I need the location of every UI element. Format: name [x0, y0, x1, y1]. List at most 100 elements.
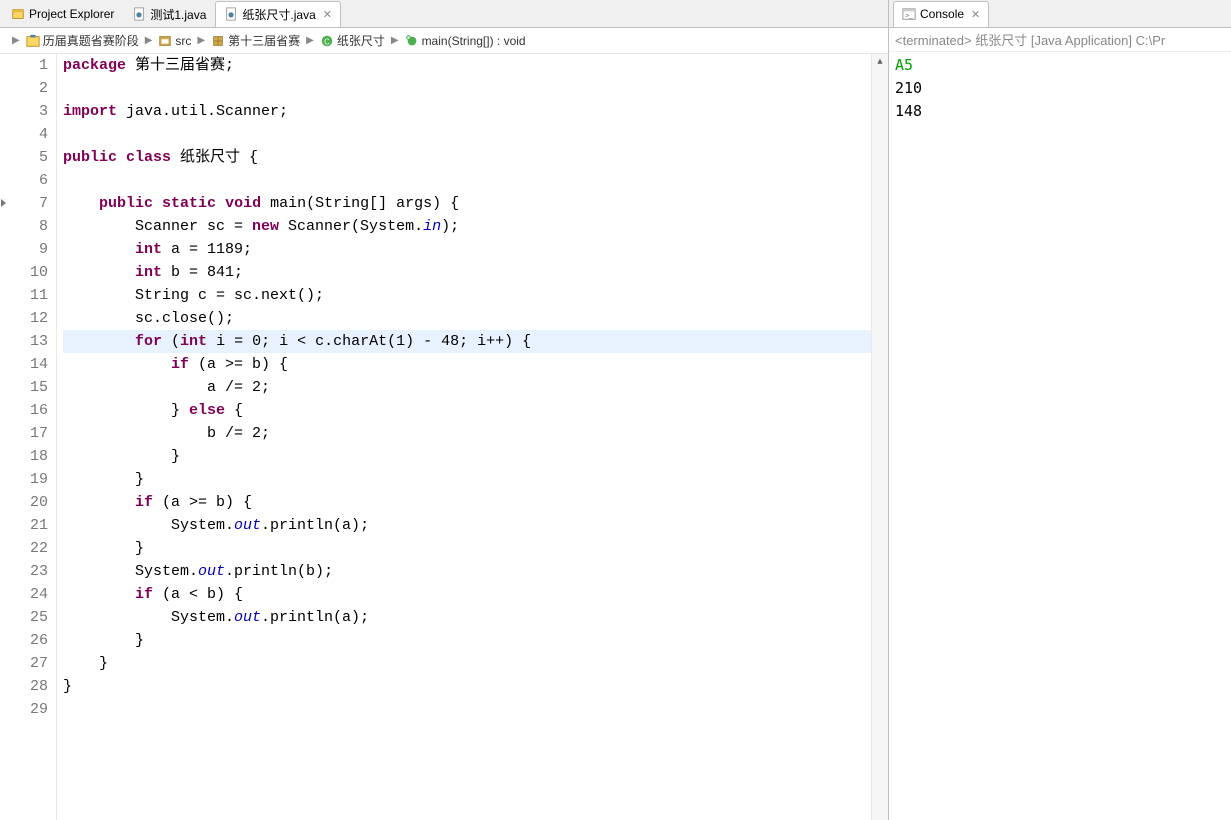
code-line[interactable]: Scanner sc = new Scanner(System.in); — [63, 215, 871, 238]
project-icon — [26, 34, 40, 48]
line-number: 11 — [11, 284, 48, 307]
line-number: 24 — [11, 583, 48, 606]
line-number: 20 — [11, 491, 48, 514]
console-line: A5 — [895, 54, 1225, 77]
console-icon: >_ — [902, 7, 916, 21]
console-line: 210 — [895, 77, 1225, 100]
console-line: 148 — [895, 100, 1225, 123]
code-line[interactable] — [63, 169, 871, 192]
code-line[interactable]: public static void main(String[] args) { — [63, 192, 871, 215]
code-line[interactable]: } — [63, 652, 871, 675]
breadcrumb-project[interactable]: 历届真题省赛阶段 — [26, 32, 139, 49]
vertical-scrollbar[interactable]: ▲ — [871, 54, 888, 820]
code-line[interactable]: import java.util.Scanner; — [63, 100, 871, 123]
line-number: 27 — [11, 652, 48, 675]
code-line[interactable]: } — [63, 675, 871, 698]
line-number: 26 — [11, 629, 48, 652]
code-content[interactable]: package 第十三届省赛; import java.util.Scanner… — [57, 54, 871, 820]
code-line[interactable]: } — [63, 445, 871, 468]
method-icon: S — [405, 34, 419, 48]
code-line[interactable] — [63, 123, 871, 146]
breadcrumb-label: 历届真题省赛阶段 — [43, 32, 139, 49]
src-folder-icon — [158, 34, 172, 48]
code-line[interactable]: int a = 1189; — [63, 238, 871, 261]
code-line[interactable]: if (a < b) { — [63, 583, 871, 606]
line-number: 28 — [11, 675, 48, 698]
code-line[interactable]: } else { — [63, 399, 871, 422]
package-icon — [211, 34, 225, 48]
breadcrumb-package[interactable]: 第十三届省赛 — [211, 32, 300, 49]
console-output[interactable]: A5210148 — [889, 52, 1231, 820]
code-line[interactable]: sc.close(); — [63, 307, 871, 330]
close-icon[interactable]: ✕ — [971, 8, 980, 21]
scroll-up-icon[interactable]: ▲ — [872, 54, 888, 71]
code-line[interactable]: } — [63, 537, 871, 560]
line-number: 21 — [11, 514, 48, 537]
code-line[interactable]: public class 纸张尺寸 { — [63, 146, 871, 169]
line-number: 15 — [11, 376, 48, 399]
breadcrumb-label: 第十三届省赛 — [228, 32, 300, 49]
line-number: 29 — [11, 698, 48, 721]
code-line[interactable]: String c = sc.next(); — [63, 284, 871, 307]
line-number: 7 — [11, 192, 48, 215]
breadcrumb-method[interactable]: S main(String[]) : void — [405, 34, 526, 48]
chevron-right-icon: ▶ — [10, 35, 22, 46]
line-number: 13 — [11, 330, 48, 353]
chevron-right-icon: ▶ — [143, 35, 155, 46]
java-file-icon — [132, 7, 146, 21]
line-number: 1 — [11, 54, 48, 77]
line-number: 4 — [11, 123, 48, 146]
code-line[interactable]: if (a >= b) { — [63, 491, 871, 514]
code-line[interactable]: b /= 2; — [63, 422, 871, 445]
breadcrumb-label: main(String[]) : void — [422, 34, 526, 48]
code-line[interactable]: for (int i = 0; i < c.charAt(1) - 48; i+… — [63, 330, 871, 353]
code-line[interactable]: if (a >= b) { — [63, 353, 871, 376]
tab-file2[interactable]: 纸张尺寸.java ✕ — [215, 1, 341, 27]
code-line[interactable]: System.out.println(a); — [63, 606, 871, 629]
java-file-icon — [224, 7, 238, 21]
breadcrumb-label: 纸张尺寸 — [337, 32, 385, 49]
code-line[interactable] — [63, 698, 871, 721]
code-line[interactable]: } — [63, 629, 871, 652]
line-number: 5 — [11, 146, 48, 169]
breadcrumb-src[interactable]: src — [158, 34, 191, 48]
line-number: 10 — [11, 261, 48, 284]
tab-project-explorer[interactable]: Project Explorer — [2, 1, 123, 27]
breadcrumb-class[interactable]: C 纸张尺寸 — [320, 32, 385, 49]
class-icon: C — [320, 34, 334, 48]
close-icon[interactable]: ✕ — [323, 8, 332, 21]
line-number: 14 — [11, 353, 48, 376]
tab-console[interactable]: >_ Console ✕ — [893, 1, 989, 27]
code-line[interactable]: } — [63, 468, 871, 491]
editor-pane: Project Explorer 测试1.java 纸张尺寸.java ✕ ▶ … — [0, 0, 889, 820]
line-number: 25 — [11, 606, 48, 629]
line-number: 3 — [11, 100, 48, 123]
chevron-right-icon: ▶ — [195, 35, 207, 46]
tab-label: Project Explorer — [29, 7, 114, 21]
fold-marker-icon[interactable] — [1, 199, 6, 207]
line-number: 6 — [11, 169, 48, 192]
code-editor[interactable]: 1234567891011121314151617181920212223242… — [0, 54, 888, 820]
breadcrumb-label: src — [175, 34, 191, 48]
svg-text:S: S — [407, 35, 410, 40]
editor-tabs: Project Explorer 测试1.java 纸张尺寸.java ✕ — [0, 0, 888, 28]
line-number: 2 — [11, 77, 48, 100]
code-line[interactable]: a /= 2; — [63, 376, 871, 399]
code-line[interactable]: package 第十三届省赛; — [63, 54, 871, 77]
svg-text:>_: >_ — [906, 13, 914, 20]
breadcrumb: ▶ 历届真题省赛阶段 ▶ src ▶ 第十三届省赛 ▶ C 纸张尺寸 ▶ S m… — [0, 28, 888, 54]
package-explorer-icon — [11, 7, 25, 21]
code-line[interactable] — [63, 77, 871, 100]
tab-label: Console — [920, 7, 964, 21]
code-line[interactable]: int b = 841; — [63, 261, 871, 284]
svg-text:C: C — [324, 37, 330, 46]
line-number: 17 — [11, 422, 48, 445]
line-number: 16 — [11, 399, 48, 422]
line-number: 19 — [11, 468, 48, 491]
tab-file1[interactable]: 测试1.java — [123, 1, 215, 27]
console-tabs: >_ Console ✕ — [889, 0, 1231, 28]
code-line[interactable]: System.out.println(a); — [63, 514, 871, 537]
chevron-right-icon: ▶ — [389, 35, 401, 46]
code-line[interactable]: System.out.println(b); — [63, 560, 871, 583]
line-number-gutter: 1234567891011121314151617181920212223242… — [11, 54, 57, 820]
